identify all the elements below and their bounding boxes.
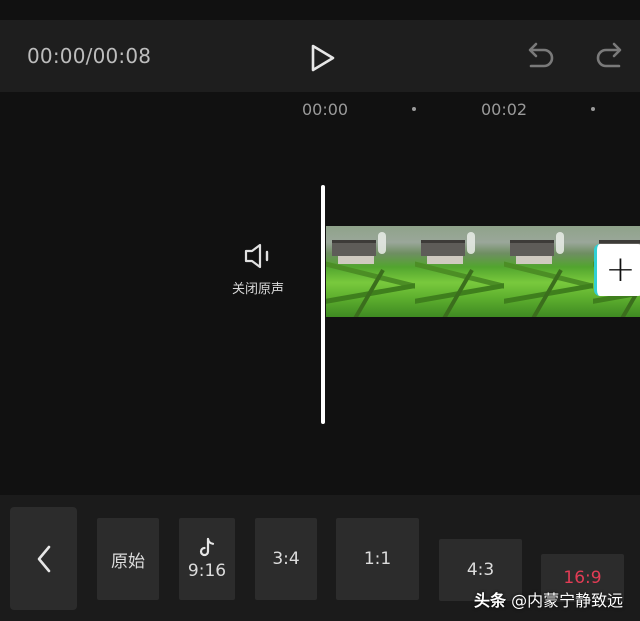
speaker-icon — [244, 243, 269, 269]
play-button[interactable] — [303, 38, 343, 78]
back-button[interactable] — [10, 507, 77, 610]
video-clip-track[interactable] — [326, 226, 640, 317]
clip-thumbnail — [415, 226, 504, 317]
ruler-tick — [591, 107, 595, 111]
mute-label: 关闭原声 — [231, 282, 284, 297]
ratio-label: 9:16 — [187, 561, 227, 581]
ratio-label: 原始 — [111, 551, 145, 572]
watermark: 头条 @内蒙宁静致远 — [474, 587, 623, 611]
mute-original-audio-button[interactable]: 关闭原声 — [222, 240, 294, 310]
ratio-original-button[interactable]: 原始 — [97, 518, 159, 600]
add-clip-button[interactable]: + — [594, 244, 640, 296]
clip-thumbnail — [504, 226, 593, 317]
undo-button[interactable] — [522, 40, 558, 74]
ruler-tick — [412, 107, 416, 111]
status-bar — [0, 0, 640, 20]
ratio-label: 16:9 — [563, 568, 602, 588]
ratio-3-4-button[interactable]: 3:4 — [255, 518, 317, 600]
watermark-brand: 头条 — [474, 591, 507, 610]
plus-icon: + — [605, 249, 636, 290]
redo-icon — [596, 42, 622, 68]
ratio-1-1-button[interactable]: 1:1 — [336, 518, 419, 600]
ruler-label-start: 00:00 — [302, 100, 349, 119]
playhead[interactable] — [321, 185, 325, 424]
ratio-label: 3:4 — [272, 549, 300, 569]
ruler-label-mid: 00:02 — [481, 100, 528, 119]
play-icon — [311, 44, 335, 72]
timeline-ruler[interactable]: 00:00 00:02 — [0, 92, 640, 126]
undo-icon — [528, 42, 554, 68]
redo-button[interactable] — [592, 40, 628, 74]
tiktok-logo-icon — [199, 537, 215, 557]
ratio-label: 1:1 — [363, 549, 392, 569]
clip-thumbnail — [326, 226, 415, 317]
player-toolbar: 00:00/00:08 — [0, 20, 640, 92]
chevron-left-icon — [37, 545, 50, 572]
ratio-9-16-button[interactable]: 9:16 — [179, 518, 235, 600]
ratio-label: 4:3 — [466, 560, 495, 580]
watermark-handle: @内蒙宁静致远 — [511, 591, 624, 610]
timecode-display: 00:00/00:08 — [27, 44, 152, 68]
